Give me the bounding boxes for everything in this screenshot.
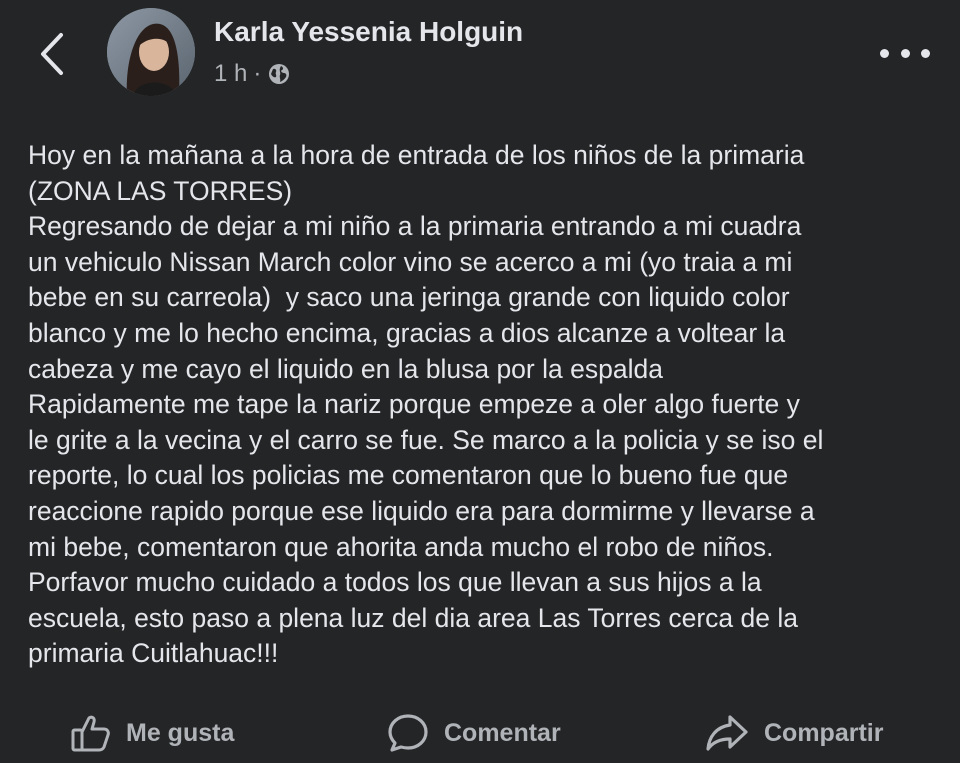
post-line: un vehiculo Nissan March color vino se a…: [28, 246, 793, 277]
post-line: primaria Cuitlahuac!!!: [28, 638, 279, 669]
like-button[interactable]: Me gusta: [70, 712, 234, 754]
comment-icon: [388, 714, 428, 752]
share-label: Compartir: [764, 718, 884, 747]
globe-icon[interactable]: [268, 63, 290, 85]
post-line: escuela, esto paso a plena luz del dia a…: [28, 602, 798, 633]
post-line: (ZONA LAS TORRES): [28, 175, 293, 206]
share-button[interactable]: Compartir: [704, 712, 883, 754]
comment-label: Comentar: [444, 718, 561, 747]
post-line: Hoy en la mañana a la hora de entrada de…: [28, 140, 805, 170]
post-line: reaccione rapido porque ese liquido era …: [28, 495, 815, 526]
more-options-button[interactable]: [880, 38, 930, 68]
thumbs-up-icon: [71, 715, 110, 752]
avatar[interactable]: [107, 8, 195, 96]
profile-photo: [107, 8, 195, 96]
post-line: Regresando de dejar a mi niño a la prima…: [28, 211, 802, 242]
post-line: blanco y me lo hecho encima, gracias a d…: [28, 317, 786, 348]
more-dot-icon: [921, 48, 930, 58]
post-line: le grite a la vecina y el carro se fue. …: [28, 424, 824, 455]
post-timestamp[interactable]: 1 h: [214, 60, 247, 88]
post-text: Hoy en la mañana a la hora de entrada de…: [28, 138, 938, 672]
post-line: mi bebe, comentaron que ahorita anda muc…: [28, 531, 774, 562]
share-icon: [706, 715, 748, 751]
post-line: cabeza y me cayo el liquido en la blusa …: [28, 353, 663, 384]
more-dot-icon: [880, 48, 889, 58]
like-label: Me gusta: [126, 718, 235, 747]
post-line: Rapidamente me tape la nariz porque empe…: [28, 389, 800, 420]
chevron-left-icon: [41, 33, 63, 75]
post-line: reporte, lo cual los policias me comenta…: [28, 460, 789, 491]
author-name[interactable]: Karla Yessenia Holguin: [214, 16, 523, 48]
post-actions-bar: Me gusta Comentar Compartir: [0, 700, 960, 763]
post-line: Porfavor mucho cuidado a todos los que l…: [28, 567, 762, 598]
meta-separator: ·: [253, 60, 262, 87]
post-header: Karla Yessenia Holguin 1 h ·: [0, 0, 960, 120]
comment-button[interactable]: Comentar: [386, 712, 561, 754]
post-line: bebe en su carreola) y saco una jeringa …: [28, 282, 790, 313]
post-meta: 1 h ·: [214, 60, 290, 88]
more-dot-icon: [900, 48, 910, 58]
back-button[interactable]: [30, 26, 74, 82]
